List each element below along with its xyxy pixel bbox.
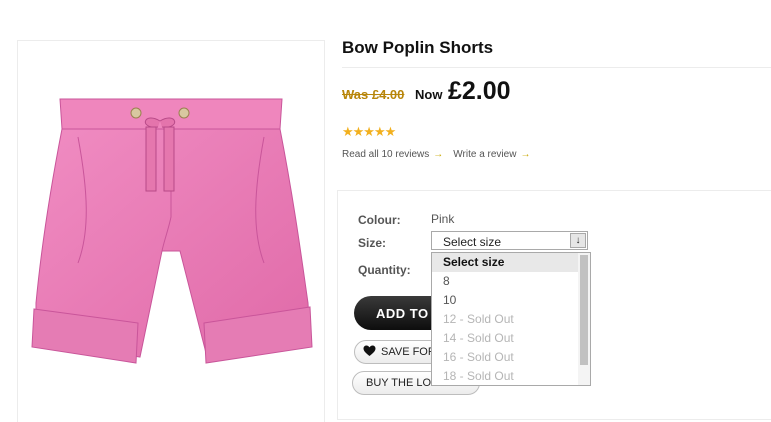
size-label: Size: [358,236,387,250]
product-image-frame [17,40,325,422]
now-price: £2.00 [448,77,511,105]
size-option: 12 - Sold Out [443,312,514,326]
arrow-down-icon[interactable]: ↓ [570,233,586,248]
size-option[interactable]: 8 [432,272,579,291]
write-review-link[interactable]: Write a review [453,149,516,160]
reviews-row: Read all 10 reviews → Write a review → [342,149,540,160]
size-option: 18 - Sold Out [443,369,514,383]
size-option: 14 - Sold Out [443,331,514,345]
arrow-right-icon: → [433,149,444,160]
read-reviews-link[interactable]: Read all 10 reviews [342,149,429,160]
size-option[interactable]: 10 [432,291,579,310]
now-label: Now [415,87,443,102]
quantity-label: Quantity: [358,263,411,277]
heart-icon [363,345,376,356]
colour-label: Colour: [358,213,401,227]
size-dropdown-list[interactable]: Select size 8 10 12 - Sold Out 14 - Sold… [431,252,591,386]
product-title: Bow Poplin Shorts [342,38,494,57]
colour-value: Pink [431,212,455,226]
title-divider [342,67,771,68]
size-select-value: Select size [443,235,502,249]
was-price: Was £4.00 [342,87,405,102]
dropdown-scrollbar[interactable] [578,253,590,385]
size-select[interactable]: Select size ↓ [431,231,588,250]
scrollbar-thumb[interactable] [580,255,588,365]
rating-stars-icon: ★★★★★ [342,124,396,139]
arrow-right-icon: → [520,149,531,160]
pink-shorts-image [31,98,313,364]
size-option: 16 - Sold Out [443,350,514,364]
size-option[interactable]: Select size [432,253,579,272]
